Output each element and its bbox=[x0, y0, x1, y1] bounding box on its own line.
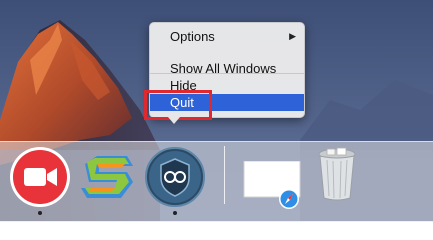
green-s-logo-app-icon[interactable] bbox=[77, 146, 139, 213]
menu-pointer bbox=[168, 117, 180, 124]
red-video-camera-icon[interactable] bbox=[9, 146, 71, 213]
menu-item-label: Show All Windows bbox=[170, 61, 277, 76]
shield-vpn-app-icon[interactable] bbox=[144, 146, 206, 213]
dock-divider bbox=[224, 146, 225, 204]
trash-icon[interactable] bbox=[313, 146, 361, 207]
menu-item-options[interactable]: Options ▶ bbox=[150, 28, 304, 45]
submenu-arrow-icon: ▶ bbox=[289, 31, 296, 41]
quit-highlight-annotation bbox=[144, 90, 212, 120]
running-indicator bbox=[38, 211, 42, 215]
running-indicator bbox=[173, 211, 177, 215]
white-window-thumbnail-icon[interactable] bbox=[243, 160, 305, 216]
menu-item-show-all-windows[interactable]: Show All Windows bbox=[150, 60, 304, 77]
menu-item-label: Options bbox=[170, 29, 215, 44]
